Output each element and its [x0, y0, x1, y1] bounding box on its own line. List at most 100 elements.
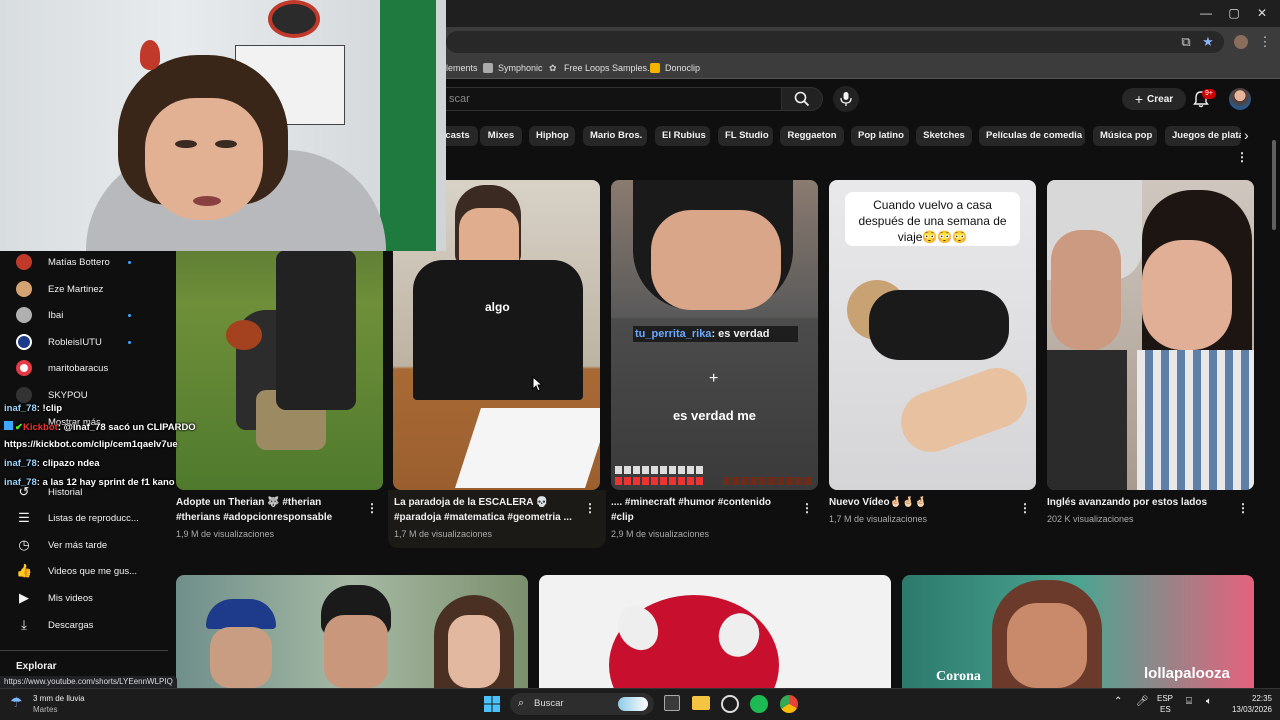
video-views: 2,9 M de visualizaciones	[611, 529, 710, 539]
freeloops-icon: ✿	[549, 63, 557, 73]
address-bar[interactable]	[446, 31, 1224, 53]
symphonic-icon	[483, 63, 493, 73]
video-title[interactable]: .... #minecraft #humor #contenido #clip	[611, 495, 796, 525]
video-thumbnail[interactable]: tu_perrita_rika: es verdad + es verdad m…	[611, 180, 818, 490]
chip-filter[interactable]: Mixes	[480, 126, 522, 146]
chip-filter[interactable]: Pop latino	[851, 126, 909, 146]
chip-filter[interactable]: Música pop	[1093, 126, 1157, 146]
clock-icon: ◷	[18, 537, 30, 552]
avatar	[16, 307, 32, 323]
install-app-icon[interactable]: ⧉	[1177, 33, 1195, 51]
subscription-item[interactable]: RobleisIUTU	[0, 329, 170, 355]
sidebar-item-playlists[interactable]: ☰ Listas de reproducc...	[0, 505, 170, 531]
screen: — ▢ ✕ ⧉ ★ ⋮ lements Symphonic ✿ Free Loop…	[0, 0, 1280, 720]
scrollbar-thumb[interactable]	[1272, 140, 1276, 230]
video-title[interactable]: La paradoja de la ESCALERA 💀 #paradoja #…	[394, 495, 579, 525]
chip-filter[interactable]: Hiphop	[529, 126, 575, 146]
browser-menu-icon[interactable]: ⋮	[1256, 33, 1274, 51]
avatar	[16, 281, 32, 297]
more-options-icon[interactable]: ⋮	[1236, 150, 1248, 164]
windows-start-icon[interactable]	[483, 695, 501, 713]
create-button[interactable]: + Crear	[1122, 88, 1186, 110]
download-icon: ⤓	[21, 617, 27, 632]
weather-day: Martes	[33, 705, 58, 714]
bookmark-item[interactable]: ✿ Free Loops Samples...	[549, 61, 655, 75]
subscription-item[interactable]: Matías Bottero	[0, 249, 170, 275]
weather-icon[interactable]: ☂	[10, 694, 28, 712]
chrome-icon[interactable]	[780, 695, 798, 713]
like-icon: 👍	[16, 563, 33, 578]
notification-badge: 9+	[1202, 89, 1216, 99]
profile-icon[interactable]	[1232, 33, 1250, 51]
subscription-item[interactable]: Eze Martinez	[0, 276, 170, 302]
clock-time[interactable]: 22:35	[1232, 694, 1272, 704]
more-options-icon[interactable]: ⋮	[366, 501, 378, 515]
app-icon[interactable]	[721, 695, 739, 713]
maximize-icon[interactable]: ▢	[1220, 4, 1248, 22]
bookmark-item[interactable]: Donoclip	[650, 61, 700, 75]
close-icon[interactable]: ✕	[1248, 4, 1276, 22]
taskbar-search[interactable]: ⌕ Buscar	[510, 693, 654, 715]
chat-message: inaf_78: a las 12 hay sprint de f1 kano	[4, 477, 175, 488]
video-thumbnail[interactable]	[539, 575, 891, 688]
avatar	[16, 387, 32, 403]
video-title[interactable]: Inglés avanzando por estos lados	[1047, 495, 1232, 510]
search-input[interactable]: scar	[430, 87, 782, 111]
volume-icon[interactable]: 🔈︎	[1206, 697, 1212, 707]
spotify-icon[interactable]	[750, 695, 768, 713]
file-explorer-icon[interactable]	[692, 696, 710, 710]
video-views: 1,7 M de visualizaciones	[394, 529, 493, 539]
chip-filter[interactable]: Reggaeton	[780, 126, 844, 146]
video-thumbnail[interactable]: Cuando vuelvo a casa después de una sema…	[829, 180, 1036, 490]
mic-icon	[840, 92, 852, 106]
search-icon: ⌕	[518, 697, 525, 709]
more-options-icon[interactable]: ⋮	[584, 501, 596, 515]
chevron-right-icon[interactable]: ›	[1244, 127, 1249, 143]
subscription-item[interactable]: maritobaracus	[0, 355, 170, 381]
video-views: 1,9 M de visualizaciones	[176, 529, 275, 539]
sidebar-item-watch-later[interactable]: ◷ Ver más tarde	[0, 532, 170, 558]
live-dot-icon	[128, 313, 131, 317]
chat-message: inaf_78: clipazo ndea	[4, 458, 100, 469]
video-thumbnail[interactable]	[1047, 180, 1254, 490]
language-indicator[interactable]: ESP	[1157, 694, 1173, 704]
chevron-up-icon[interactable]: ⌃	[1114, 697, 1122, 707]
bookmark-star-icon[interactable]: ★	[1199, 33, 1217, 51]
video-icon: ▶	[19, 590, 29, 605]
video-title[interactable]: Adopte un Therian 🐺 #therian #therians #…	[176, 495, 361, 525]
chip-filter[interactable]: Juegos de plataf	[1165, 126, 1241, 146]
avatar	[16, 254, 32, 270]
network-icon[interactable]: ⌸	[1186, 697, 1192, 707]
more-options-icon[interactable]: ⋮	[801, 501, 813, 515]
live-dot-icon	[128, 340, 131, 344]
video-title[interactable]: Nuevo Vídeo🤞🏻🤞🏻🤞🏻	[829, 495, 1014, 510]
chat-message: ✔Kickbot: @inaf_78 sacó un CLIPARDO	[4, 421, 196, 433]
clock-date[interactable]: 13/03/2026	[1220, 705, 1272, 715]
weather-temp[interactable]: 3 mm de lluvia	[33, 694, 85, 704]
sidebar-item-liked[interactable]: 👍 Videos que me gus...	[0, 558, 170, 584]
voice-search-button[interactable]	[833, 86, 859, 112]
language-sub: ES	[1160, 705, 1171, 714]
chip-filter[interactable]: Mario Bros.	[583, 126, 647, 146]
divider	[0, 650, 168, 651]
video-thumbnail[interactable]	[176, 575, 528, 688]
account-avatar[interactable]	[1229, 88, 1251, 110]
search-button[interactable]	[781, 87, 823, 111]
chip-filter[interactable]: Películas de comedia	[979, 126, 1085, 146]
bookmark-item[interactable]: Symphonic	[483, 61, 543, 75]
sidebar-item-downloads[interactable]: ⤓ Descargas	[0, 612, 170, 638]
task-view-icon[interactable]	[664, 695, 680, 711]
subscription-item[interactable]: Ibai	[0, 302, 170, 328]
chip-filter[interactable]: El Rubius	[655, 126, 710, 146]
bookmark-item[interactable]: lements	[446, 61, 478, 75]
chip-filter[interactable]: Sketches	[916, 126, 972, 146]
mic-icon[interactable]: 🎤︎	[1136, 697, 1149, 707]
more-options-icon[interactable]: ⋮	[1019, 501, 1031, 515]
more-options-icon[interactable]: ⋮	[1237, 501, 1249, 515]
sidebar-item-my-videos[interactable]: ▶ Mis videos	[0, 585, 170, 611]
minimize-icon[interactable]: —	[1192, 4, 1220, 22]
avatar	[16, 334, 32, 350]
chip-filter[interactable]: FL Studio	[718, 126, 773, 146]
video-views: 1,7 M de visualizaciones	[829, 514, 928, 524]
video-thumbnail[interactable]: Corona lollapalooza	[902, 575, 1254, 688]
